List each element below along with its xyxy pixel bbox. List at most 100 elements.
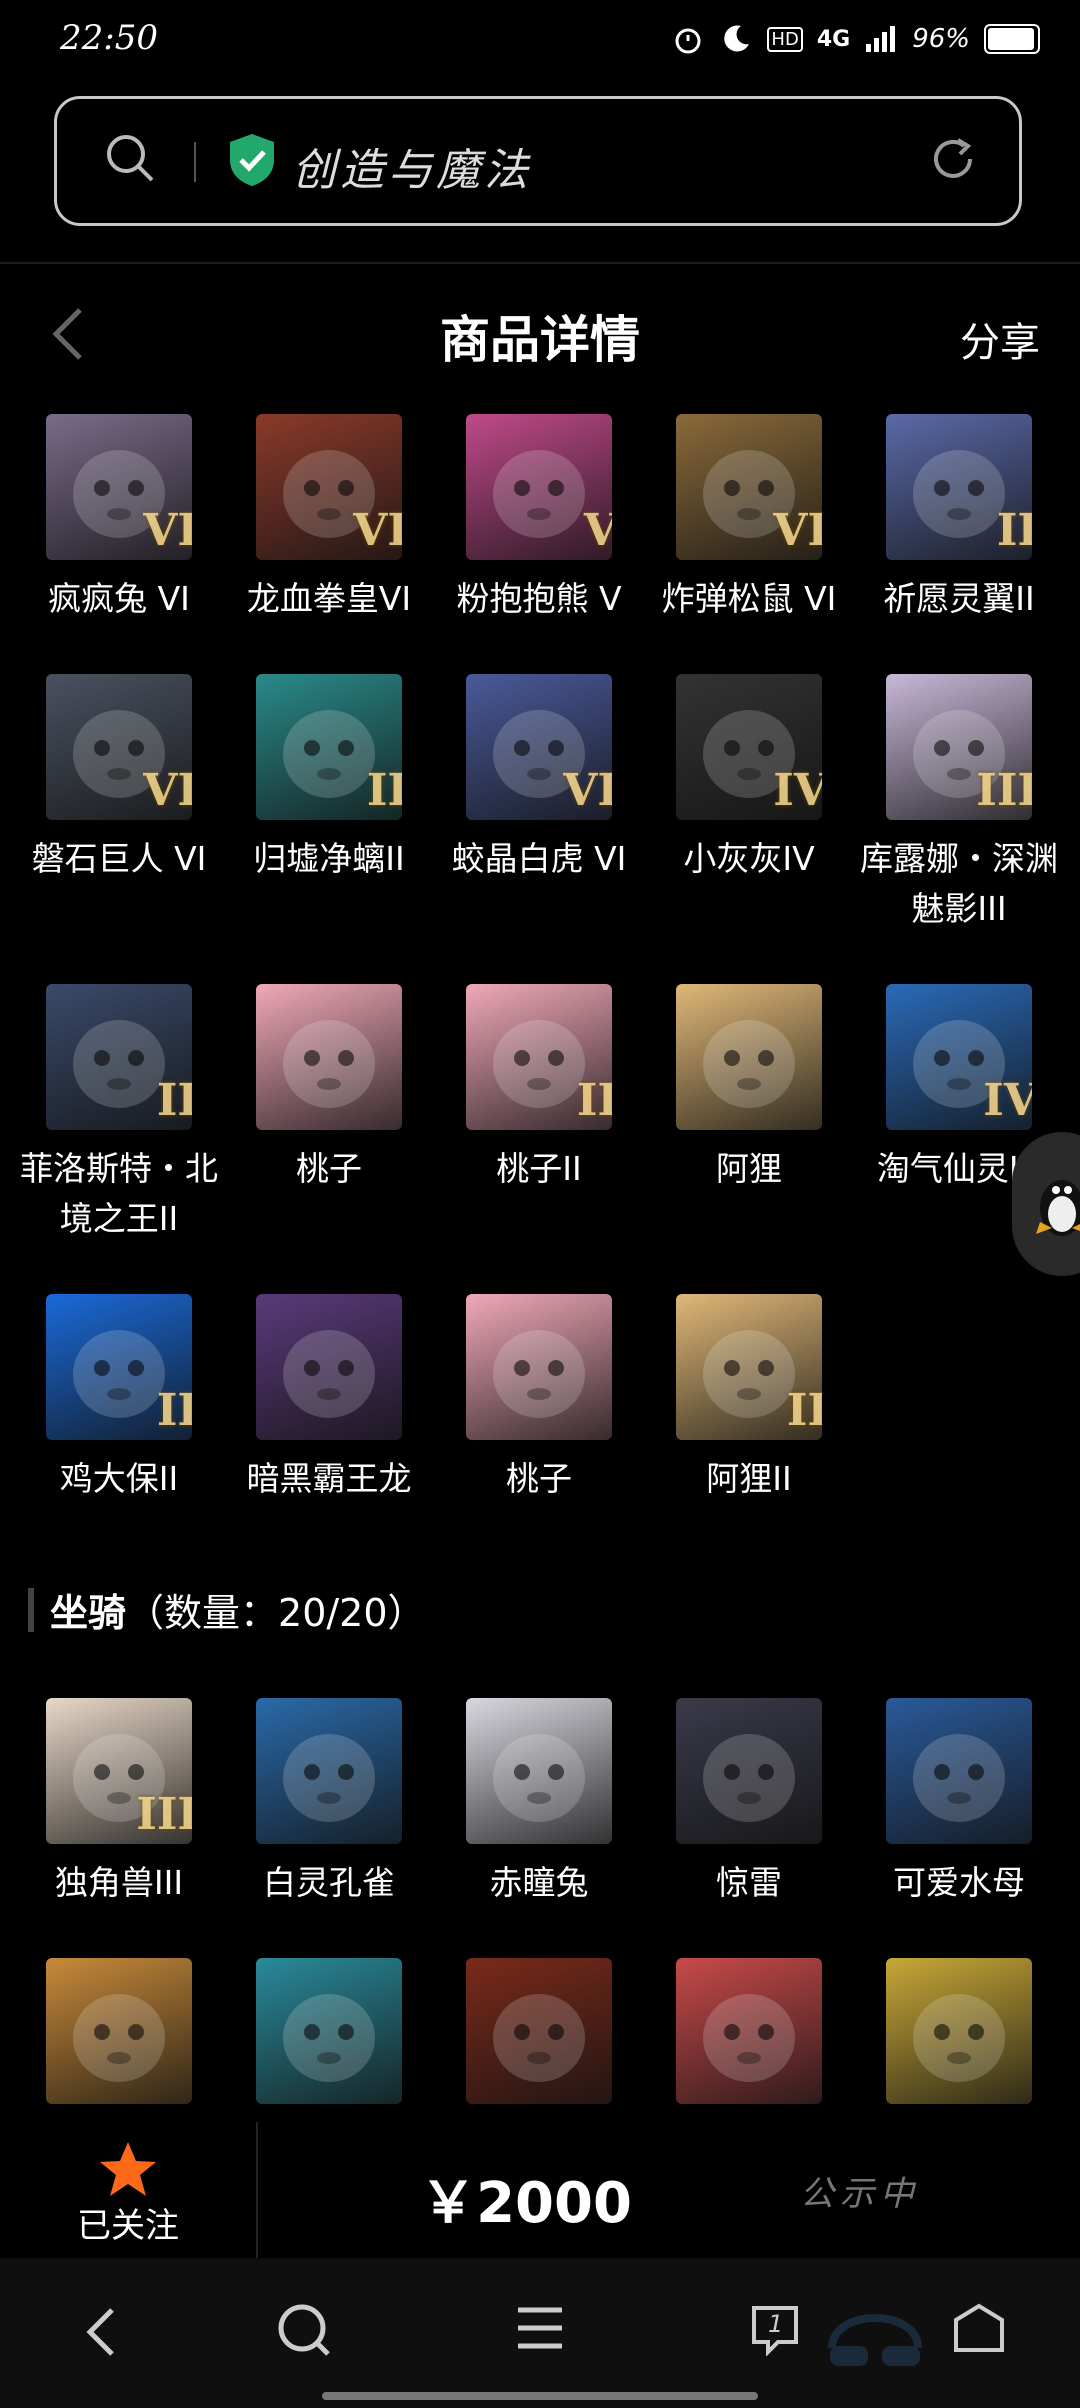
item-image — [256, 1958, 402, 2104]
nav-search-icon[interactable] — [276, 2302, 332, 2358]
mount-card[interactable]: 白灵孔雀 — [224, 1698, 434, 1908]
item-image: II — [886, 414, 1032, 560]
item-card[interactable]: 阿狸 — [644, 984, 854, 1194]
bottom-nav: 1 — [0, 2258, 1080, 2408]
divider — [0, 262, 1080, 264]
item-card[interactable]: VI 蛟晶白虎 VI — [434, 674, 644, 884]
item-card[interactable]: 桃子 — [434, 1294, 644, 1504]
rank-badge: II — [156, 1075, 192, 1126]
mount-card[interactable] — [434, 1958, 644, 2118]
item-card[interactable]: VI 龙血拳皇VI — [224, 414, 434, 624]
search-bar[interactable] — [54, 96, 1022, 226]
item-image — [676, 984, 822, 1130]
item-image: II — [676, 1294, 822, 1440]
item-label: 粉抱抱熊 V — [456, 579, 622, 618]
item-label: 龙血拳皇VI — [246, 579, 412, 618]
item-label: 归墟净螭II — [253, 839, 405, 878]
item-label: 惊雷 — [716, 1863, 782, 1902]
item-label: 疯疯兔 VI — [48, 579, 190, 618]
item-image — [466, 1698, 612, 1844]
item-card[interactable]: VI 炸弹松鼠 VI — [644, 414, 854, 624]
float-qq-button[interactable] — [1012, 1132, 1080, 1276]
item-image: II — [46, 1294, 192, 1440]
rank-badge: II — [996, 505, 1032, 556]
search-input[interactable]: 创造与魔法 — [292, 134, 532, 198]
item-card[interactable]: 暗黑霸王龙 — [224, 1294, 434, 1504]
item-label: 祈愿灵翼II — [883, 579, 1035, 618]
home-indicator[interactable] — [322, 2392, 758, 2400]
tabs-button[interactable]: 1 — [748, 2300, 802, 2357]
mount-card[interactable]: 惊雷 — [644, 1698, 854, 1908]
mount-card[interactable] — [854, 1958, 1064, 2118]
home-icon[interactable] — [952, 2302, 1006, 2354]
item-image: II — [466, 984, 612, 1130]
mount-card[interactable] — [644, 1958, 854, 2118]
rank-badge: VI — [143, 505, 192, 556]
rank-badge: II — [786, 1385, 822, 1436]
mount-card[interactable] — [224, 1958, 434, 2118]
rank-badge: VI — [143, 765, 192, 816]
creature-icon — [703, 1020, 795, 1108]
item-label: 炸弹松鼠 VI — [661, 579, 837, 618]
refresh-icon[interactable] — [928, 134, 978, 184]
tab-count: 1 — [768, 2310, 784, 2338]
mount-card[interactable] — [14, 1958, 224, 2118]
battery-percent: 96% — [912, 24, 970, 54]
item-image: III — [886, 674, 1032, 820]
rank-badge: VI — [353, 505, 402, 556]
rank-badge: II — [366, 765, 402, 816]
nav-back-icon[interactable] — [84, 2306, 120, 2358]
status-icons: HD 4G 96% — [671, 22, 1040, 56]
mount-card[interactable]: 可爱水母 — [854, 1698, 1064, 1908]
rank-badge: II — [576, 1075, 612, 1126]
menu-icon[interactable] — [514, 2304, 566, 2352]
rank-badge: VI — [773, 505, 822, 556]
item-card[interactable]: 桃子 — [224, 984, 434, 1194]
glasses-mascot-icon — [828, 2314, 922, 2366]
item-card[interactable]: II 菲洛斯特・北境之王II — [14, 984, 224, 1244]
penguin-icon — [1036, 1180, 1080, 1236]
item-card[interactable]: II 祈愿灵翼II — [854, 414, 1064, 624]
item-image — [256, 1294, 402, 1440]
section-marker — [28, 1588, 34, 1632]
search-separator — [194, 142, 196, 182]
item-card[interactable]: II 归墟净螭II — [224, 674, 434, 884]
item-image — [256, 1698, 402, 1844]
item-image — [676, 1698, 822, 1844]
section-title-text: 坐骑 — [50, 1591, 127, 1635]
item-image: II — [256, 674, 402, 820]
creature-icon — [283, 1994, 375, 2082]
item-image — [256, 984, 402, 1130]
item-card[interactable]: III 库露娜・深渊魅影III — [854, 674, 1064, 934]
share-button[interactable]: 分享 — [960, 310, 1040, 368]
item-card[interactable]: IV 小灰灰IV — [644, 674, 854, 884]
item-card[interactable]: II 桃子II — [434, 984, 644, 1194]
rank-badge: V — [583, 505, 612, 556]
item-label: 桃子 — [296, 1149, 362, 1188]
star-icon[interactable] — [98, 2140, 158, 2198]
item-label: 蛟晶白虎 VI — [451, 839, 627, 878]
item-image: III — [46, 1698, 192, 1844]
mount-card[interactable]: III 独角兽III — [14, 1698, 224, 1908]
creature-icon — [913, 1734, 1005, 1822]
item-card[interactable]: V 粉抱抱熊 V — [434, 414, 644, 624]
item-label: 库露娜・深渊魅影III — [860, 839, 1058, 928]
mounts-section-title: 坐骑（数量：20/20） — [50, 1582, 426, 1637]
follow-button[interactable]: 已关注 — [0, 2198, 256, 2247]
item-card[interactable]: II 鸡大保II — [14, 1294, 224, 1504]
creature-icon — [493, 1994, 585, 2082]
network-label: 4G — [816, 26, 851, 52]
item-card[interactable]: VI 磐石巨人 VI — [14, 674, 224, 884]
item-label: 可爱水母 — [893, 1863, 1025, 1902]
search-icon[interactable] — [104, 132, 156, 184]
item-card[interactable]: II 阿狸II — [644, 1294, 854, 1504]
item-image: II — [46, 984, 192, 1130]
section-count: （数量：20/20） — [126, 1591, 426, 1635]
creature-icon — [703, 1734, 795, 1822]
mount-card[interactable]: 赤瞳兔 — [434, 1698, 644, 1908]
item-label: 暗黑霸王龙 — [246, 1459, 412, 1498]
item-card[interactable]: VI 疯疯兔 VI — [14, 414, 224, 624]
shield-check-icon — [230, 134, 274, 186]
signal-icon — [866, 26, 896, 52]
item-image: VI — [256, 414, 402, 560]
